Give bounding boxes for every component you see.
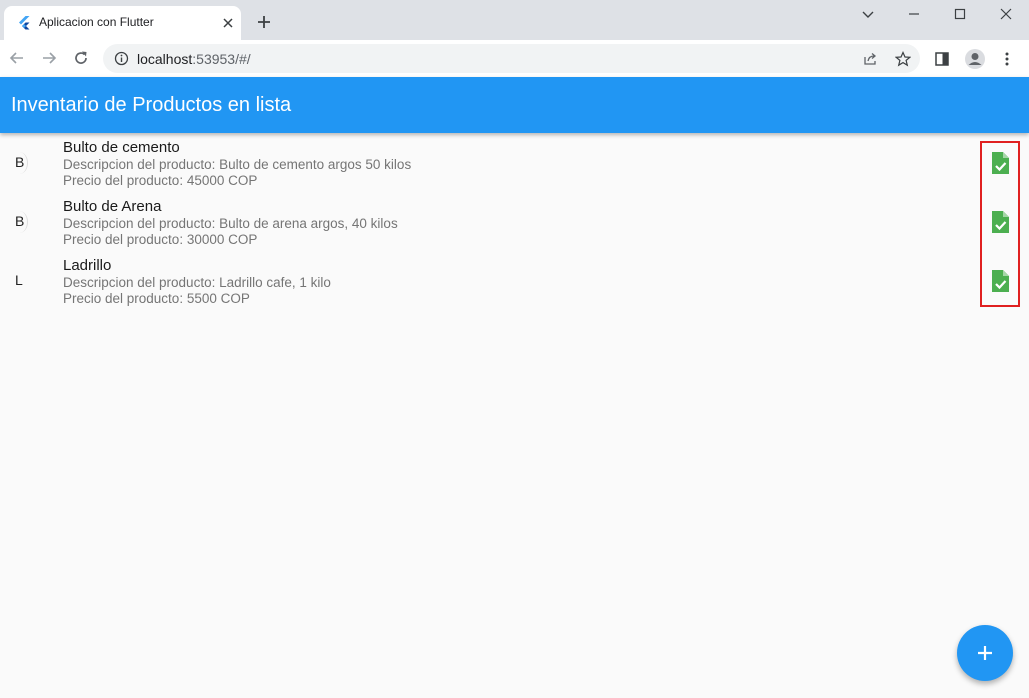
new-tab-icon[interactable] (256, 14, 272, 30)
item-description: Descripcion del producto: Bulto de cemen… (63, 157, 412, 172)
address-bar[interactable]: localhost:53953/#/ (103, 44, 920, 73)
item-price: Precio del producto: 45000 COP (63, 173, 258, 188)
annotation-highlight-box (980, 141, 1020, 307)
list-item[interactable]: B Bulto de cemento Descripcion del produ… (0, 135, 1029, 194)
close-window-icon[interactable] (997, 5, 1015, 23)
browser-tabstrip: Aplicacion con Flutter (0, 0, 1029, 40)
browser-tab[interactable]: Aplicacion con Flutter (4, 6, 241, 40)
item-initial: B (15, 154, 25, 170)
flutter-logo-icon (19, 16, 30, 30)
more-menu-icon[interactable] (998, 50, 1016, 68)
item-title: Bulto de cemento (63, 139, 180, 156)
item-initial: L (15, 272, 23, 288)
item-description: Descripcion del producto: Ladrillo cafe,… (63, 275, 331, 290)
side-panel-icon[interactable] (933, 50, 951, 68)
maximize-icon[interactable] (951, 5, 969, 23)
plus-icon (978, 646, 992, 660)
close-icon[interactable] (221, 16, 235, 30)
item-title: Ladrillo (63, 257, 112, 274)
item-description: Descripcion del producto: Bulto de arena… (63, 216, 398, 231)
share-icon[interactable] (862, 51, 878, 67)
item-title: Bulto de Arena (63, 198, 162, 215)
info-icon[interactable] (114, 51, 129, 66)
add-product-button[interactable] (957, 625, 1013, 681)
app-bar: Inventario de Productos en lista (0, 77, 1029, 133)
page-title: Inventario de Productos en lista (11, 94, 292, 116)
list-item[interactable]: L Ladrillo Descripcion del producto: Lad… (0, 253, 1029, 312)
star-icon[interactable] (895, 51, 911, 67)
item-initial: B (15, 213, 25, 229)
reload-icon[interactable] (72, 49, 90, 67)
product-list: B Bulto de cemento Descripcion del produ… (0, 135, 1029, 312)
tab-title: Aplicacion con Flutter (39, 15, 154, 29)
profile-avatar-icon[interactable] (964, 48, 986, 70)
item-price: Precio del producto: 5500 COP (63, 291, 250, 306)
minimize-icon[interactable] (905, 5, 923, 23)
list-item[interactable]: B Bulto de Arena Descripcion del product… (0, 194, 1029, 253)
forward-arrow-icon[interactable] (40, 49, 58, 67)
back-arrow-icon[interactable] (8, 49, 26, 67)
item-price: Precio del producto: 30000 COP (63, 232, 258, 247)
chevron-down-icon[interactable] (859, 5, 877, 23)
url-text: localhost:53953/#/ (137, 51, 251, 67)
browser-toolbar: localhost:53953/#/ (0, 40, 1029, 77)
